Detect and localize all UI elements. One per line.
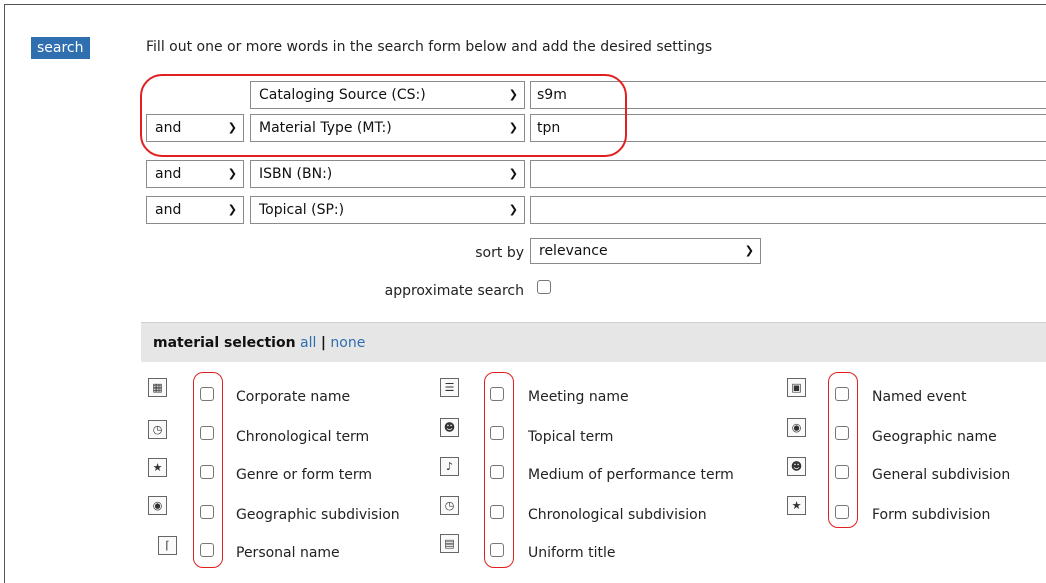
operator-select-4[interactable]: and ❯ [146, 196, 244, 224]
corporate-name-label: Corporate name [236, 389, 351, 405]
chevron-down-icon: ❯ [744, 244, 754, 257]
highlight-column-2 [484, 372, 514, 568]
genre-form-term-label: Genre or form term [236, 467, 372, 483]
personal-name-icon: ⌈ [158, 536, 177, 555]
highlight-column-3 [828, 372, 858, 528]
geographic-subdivision-label: Geographic subdivision [236, 507, 400, 523]
search-instructions: Fill out one or more words in the search… [146, 39, 713, 55]
field-select-4[interactable]: Topical (SP:) ❯ [250, 196, 525, 224]
form-subdivision-icon: ★ [787, 496, 806, 515]
highlight-ring [140, 74, 627, 157]
topical-term-icon: ☻ [440, 418, 459, 437]
approximate-search-label: approximate search [384, 283, 524, 299]
chevron-down-icon: ❯ [508, 167, 518, 180]
form-subdivision-label: Form subdivision [872, 507, 991, 523]
approximate-search-checkbox[interactable] [537, 280, 551, 294]
search-term-input-4[interactable] [530, 196, 1046, 224]
uniform-title-label: Uniform title [528, 545, 616, 561]
chronological-term-label: Chronological term [236, 429, 370, 445]
sort-by-label: sort by [475, 245, 524, 261]
search-term-input-3[interactable] [530, 160, 1046, 188]
medium-of-performance-icon: ♪ [440, 457, 459, 476]
meeting-name-icon: ☰ [440, 378, 459, 397]
chronological-subdivision-label: Chronological subdivision [528, 507, 707, 523]
sort-select-value: relevance [539, 243, 608, 259]
chevron-down-icon: ❯ [227, 203, 237, 216]
globe-icon: ◉ [148, 496, 167, 515]
genre-form-icon: ★ [148, 458, 167, 477]
separator: | [320, 335, 326, 351]
topical-term-label: Topical term [528, 429, 614, 445]
field-select-3-value: ISBN (BN:) [259, 166, 333, 182]
geographic-name-label: Geographic name [872, 429, 997, 445]
corporate-name-icon: ▦ [148, 378, 167, 397]
named-event-label: Named event [872, 389, 967, 405]
personal-name-label: Personal name [236, 545, 340, 561]
uniform-title-icon: ▤ [440, 534, 459, 553]
highlight-column-1 [193, 372, 223, 568]
search-tab[interactable]: search [31, 37, 90, 59]
general-subdivision-icon: ☻ [787, 457, 806, 476]
medium-of-performance-term-label: Medium of performance term [528, 467, 734, 483]
meeting-name-label: Meeting name [528, 389, 629, 405]
general-subdivision-label: General subdivision [872, 467, 1011, 483]
material-selection-heading: material selection [153, 335, 296, 351]
named-event-icon: ▣ [787, 378, 806, 397]
operator-select-3[interactable]: and ❯ [146, 160, 244, 188]
select-none-link[interactable]: none [330, 335, 365, 351]
operator-select-4-value: and [155, 202, 182, 218]
chevron-down-icon: ❯ [227, 167, 237, 180]
sort-select[interactable]: relevance ❯ [530, 238, 761, 264]
operator-select-3-value: and [155, 166, 182, 182]
material-selection-bar: material selection all | none [141, 322, 1046, 362]
chronological-term-icon: ◷ [148, 420, 167, 439]
chevron-down-icon: ❯ [508, 203, 518, 216]
select-all-link[interactable]: all [300, 335, 316, 351]
field-select-4-value: Topical (SP:) [259, 202, 345, 218]
field-select-3[interactable]: ISBN (BN:) ❯ [250, 160, 525, 188]
chronological-subdivision-icon: ◷ [440, 496, 459, 515]
globe-icon: ◉ [787, 418, 806, 437]
